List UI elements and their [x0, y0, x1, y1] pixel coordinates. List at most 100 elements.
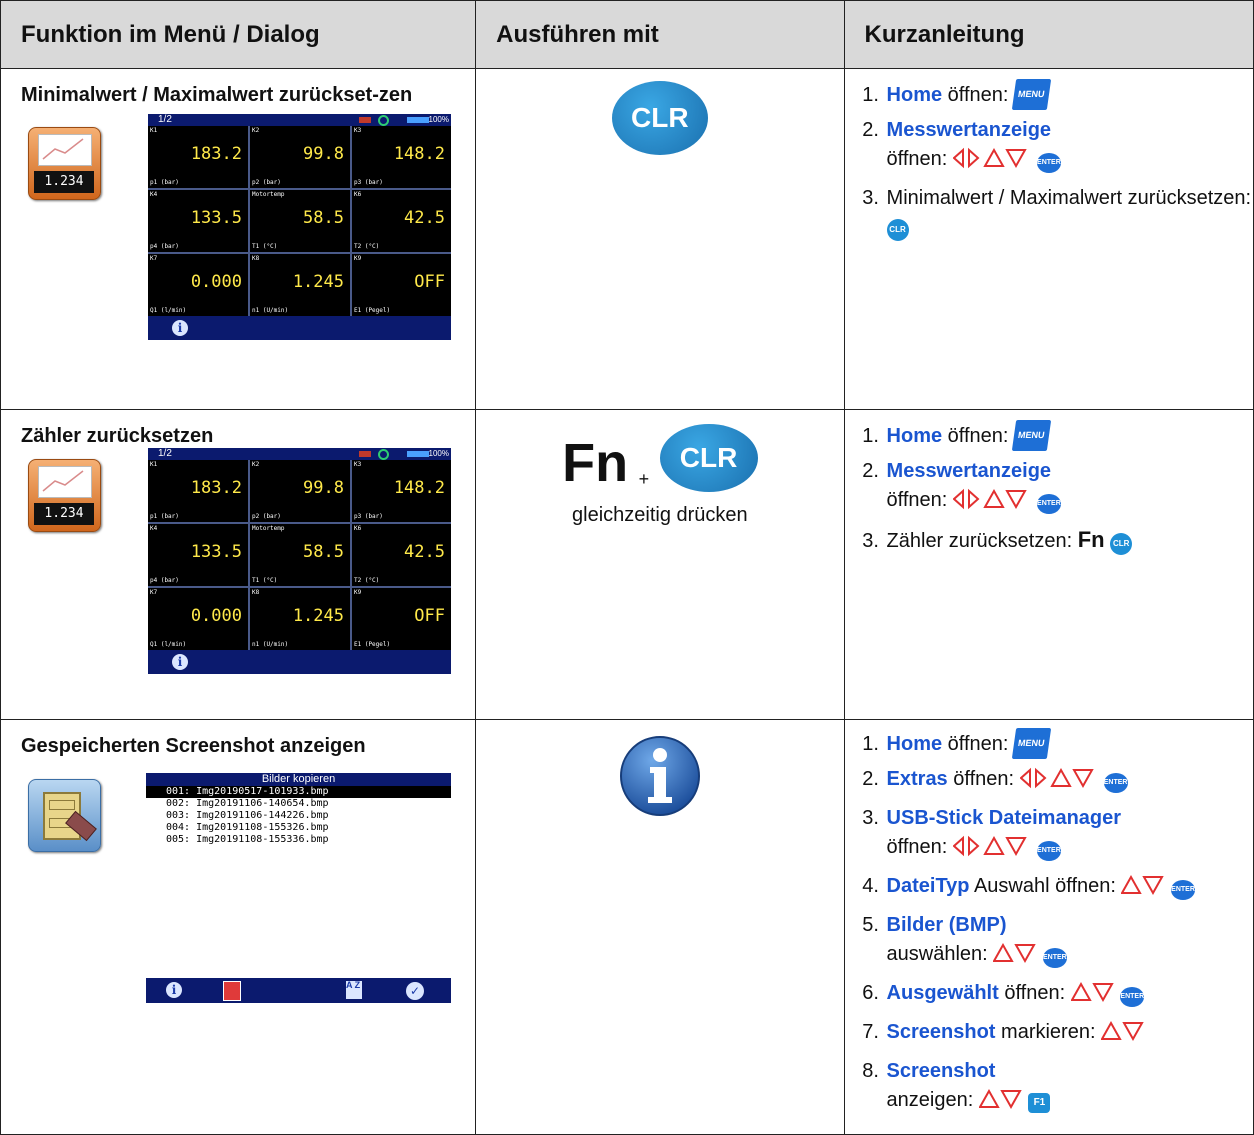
channel-value: 58.5	[303, 542, 344, 562]
execute-cell: CLR	[475, 68, 845, 410]
channel-label: K3	[354, 127, 362, 134]
enter-key-icon: ENTER	[1036, 494, 1061, 514]
channel-label: Motortemp	[252, 191, 285, 198]
channel-label: K9	[354, 589, 362, 596]
list-item: Screenshotanzeigen: F1	[885, 1057, 1253, 1119]
info-icon: i	[172, 654, 188, 670]
trash-icon	[223, 981, 241, 1001]
screenshot-area: 1.234 1/2 100% K1 183.2 p1 (bar) K2 99.8 p2 (b…	[1, 110, 475, 350]
channel-unit: T1 (°C)	[252, 577, 278, 584]
value-cell: K7 0.000 Q1 (l/min)	[148, 254, 248, 316]
up-down-keys-icon	[1120, 874, 1165, 901]
list-item: Screenshot markieren:	[885, 1018, 1253, 1051]
channel-value: 133.5	[190, 208, 242, 228]
value-cell: K3 148.2 p3 (bar)	[352, 126, 451, 188]
channel-label: K7	[150, 255, 158, 262]
instruction-table: Funktion im Menü / Dialog Ausführen mit …	[0, 0, 1254, 1135]
enter-key-icon: ENTER	[1171, 880, 1196, 900]
channel-label: K8	[252, 255, 260, 262]
channel-unit: p4 (bar)	[150, 243, 179, 250]
header-function: Funktion im Menü / Dialog	[0, 0, 477, 69]
channel-label: K9	[354, 255, 362, 262]
channel-unit: p2 (bar)	[252, 513, 281, 520]
channel-unit: n1 (U/min)	[252, 307, 289, 314]
up-down-keys-icon	[1070, 981, 1115, 1008]
value-cell: K6 42.5 T2 (°C)	[352, 190, 451, 252]
list-item: USB-Stick Dateimanageröffnen: ENTER	[885, 804, 1253, 866]
channel-value: 148.2	[393, 478, 445, 498]
channel-value: 183.2	[190, 478, 242, 498]
table-row: Gespeicherten Screenshot anzeigen Bilder…	[0, 719, 1254, 1135]
channel-value: 133.5	[190, 542, 242, 562]
channel-label: Motortemp	[252, 525, 285, 532]
value-cell: K3 148.2 p3 (bar)	[352, 460, 451, 522]
value-grid: K1 183.2 p1 (bar) K2 99.8 p2 (bar) K3 148.2 p3 (…	[148, 460, 451, 650]
device-screen: 1/2 100% K1 183.2 p1 (bar) K2 99.8 p2 (bar) K3 1…	[148, 114, 451, 340]
file-list-screen: Bilder kopieren 001: Img20190517-101933.…	[146, 773, 451, 1003]
enter-key-icon: ENTER	[1120, 987, 1145, 1007]
row-title: Zähler zurücksetzen	[21, 425, 214, 447]
channel-value: 99.8	[303, 478, 344, 498]
channel-label: K1	[150, 461, 158, 468]
function-cell: Gespeicherten Screenshot anzeigen Bilder…	[0, 719, 477, 1135]
channel-value: 148.2	[393, 144, 445, 164]
channel-label: K4	[150, 191, 158, 198]
channel-label: K3	[354, 461, 362, 468]
function-cell: Zähler zurücksetzen 1.234 1/2 100% K1 183.…	[0, 409, 477, 720]
value-cell: K2 99.8 p2 (bar)	[250, 126, 350, 188]
execute-cell	[475, 719, 845, 1135]
channel-value: 1.245	[292, 272, 344, 292]
value-cell: Motortemp 58.5 T1 (°C)	[250, 190, 350, 252]
info-key-icon	[476, 735, 843, 822]
menu-key-icon: MENU	[1011, 420, 1051, 451]
channel-unit: p1 (bar)	[150, 513, 179, 520]
value-grid: K1 183.2 p1 (bar) K2 99.8 p2 (bar) K3 148.2 p3 (…	[148, 126, 451, 316]
channel-unit: E1 (Pegel)	[354, 307, 391, 314]
channel-value: OFF	[414, 606, 445, 626]
value-cell: K9 OFF E1 (Pegel)	[352, 254, 451, 316]
channel-label: K8	[252, 589, 260, 596]
file-row[interactable]: 002: Img20191106-140654.bmp	[146, 798, 451, 810]
channel-unit: T1 (°C)	[252, 243, 278, 250]
list-item: Home öffnen: MENU	[885, 79, 1253, 110]
channel-value: OFF	[414, 272, 445, 292]
menu-key-icon: MENU	[1011, 728, 1051, 759]
value-cell: K6 42.5 T2 (°C)	[352, 524, 451, 586]
value-cell: K8 1.245 n1 (U/min)	[250, 588, 350, 650]
channel-label: K6	[354, 191, 362, 198]
channel-unit: Q1 (l/min)	[150, 307, 187, 314]
value-cell: K9 OFF E1 (Pegel)	[352, 588, 451, 650]
value-cell: K1 183.2 p1 (bar)	[148, 126, 248, 188]
channel-unit: T2 (°C)	[354, 577, 380, 584]
list-item: Messwertanzeigeöffnen: ENTER	[885, 116, 1253, 178]
value-cell: K2 99.8 p2 (bar)	[250, 460, 350, 522]
measurement-app-icon: 1.234	[28, 127, 101, 200]
guide-cell: Home öffnen: MENU Extras öffnen: ENTER U…	[843, 719, 1254, 1135]
file-row[interactable]: 004: Img20191108-155326.bmp	[146, 822, 451, 834]
up-down-keys-icon	[1100, 1020, 1145, 1047]
info-icon: i	[166, 982, 182, 998]
enter-key-icon: ENTER	[1036, 153, 1061, 173]
header-quick-guide: Kurzanleitung	[843, 0, 1254, 69]
file-list-title: Bilder kopieren	[146, 773, 451, 786]
key-note: gleichzeitig drücken	[572, 504, 748, 526]
value-cell: K4 133.5 p4 (bar)	[148, 524, 248, 586]
guide-cell: Home öffnen: MENU Messwertanzeigeöffnen:…	[843, 68, 1254, 410]
channel-unit: p2 (bar)	[252, 179, 281, 186]
list-item: Home öffnen: MENU	[885, 728, 1253, 759]
row-title: Gespeicherten Screenshot anzeigen	[21, 735, 366, 757]
file-row[interactable]: 003: Img20191106-144226.bmp	[146, 810, 451, 822]
file-row[interactable]: 005: Img20191108-155336.bmp	[146, 834, 451, 846]
sort-az-icon: A Z	[346, 981, 362, 999]
list-item: Extras öffnen: ENTER	[885, 765, 1253, 798]
arrow-keys-icon	[952, 488, 1037, 515]
channel-label: K4	[150, 525, 158, 532]
channel-value: 99.8	[303, 144, 344, 164]
steps-list: Home öffnen: MENU Messwertanzeigeöffnen:…	[845, 420, 1253, 556]
list-item: Minimalwert / Maximalwert zurücksetzen: …	[885, 184, 1253, 242]
channel-value: 0.000	[190, 606, 242, 626]
enter-key-icon: ENTER	[1036, 841, 1061, 861]
menu-key-icon: MENU	[1011, 79, 1051, 110]
file-row[interactable]: 001: Img20190517-101933.bmp	[146, 786, 451, 798]
channel-label: K1	[150, 127, 158, 134]
